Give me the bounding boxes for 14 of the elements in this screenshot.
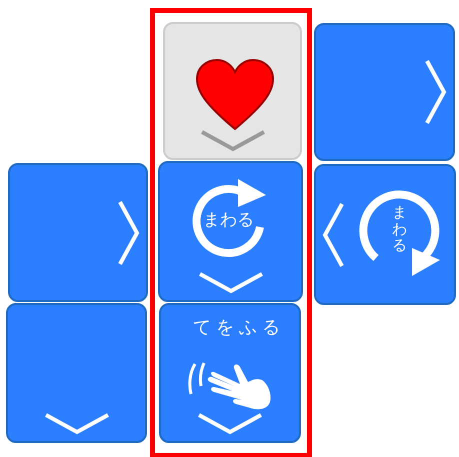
code-block[interactable]: てをふる [159,303,301,443]
block-label: てをふる [193,319,285,337]
chevron-down-icon [44,413,110,435]
heart-icon [195,59,275,131]
code-block[interactable]: まわる [158,161,303,302]
chevron-left-icon [322,202,344,268]
chevron-down-icon [198,272,264,294]
chevron-down-icon [200,130,266,152]
code-block[interactable]: まわる [314,164,456,305]
chevron-right-icon [425,59,447,125]
chevron-down-icon [197,413,263,435]
block-label: まわる [392,204,407,254]
chevron-right-icon [118,200,140,266]
block-label: まわる [203,212,254,229]
